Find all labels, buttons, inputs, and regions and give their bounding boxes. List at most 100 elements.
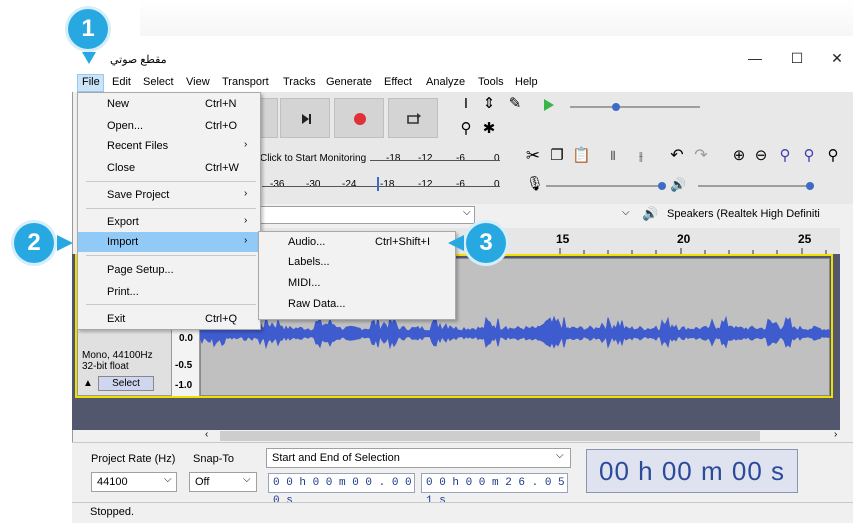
window-title: مقطع صوتي (110, 54, 167, 66)
scroll-right-icon[interactable]: › (834, 429, 837, 440)
ruler-tick: 20 (677, 232, 691, 246)
menu-transport[interactable]: Transport (222, 76, 269, 88)
play-at-speed-icon (544, 99, 554, 111)
menu-effect[interactable]: Effect (384, 76, 412, 88)
silence-icon[interactable]: ⫲ (632, 147, 650, 165)
play-meter-tick: -36 (270, 179, 285, 190)
chevron-down-icon: ⌵ (463, 207, 471, 218)
menu-edit[interactable]: Edit (112, 76, 131, 88)
selection-start-time[interactable]: 0 0 h 0 0 m 0 0 . 0 0 0 s (268, 473, 415, 507)
playback-device-select[interactable]: Speakers (Realtek High Definiti (662, 205, 837, 224)
playback-volume-thumb (806, 182, 814, 190)
status-text: Stopped. (90, 506, 135, 518)
project-rate-label: Project Rate (Hz) (91, 453, 176, 465)
callout-step-2: 2 (14, 223, 54, 263)
audio-position-display[interactable]: 00 h 00 m 00 s (586, 449, 798, 493)
close-button[interactable]: ✕ (822, 46, 852, 70)
menu-tracks[interactable]: Tracks (283, 76, 316, 88)
play-meter-tick: -6 (456, 179, 465, 190)
paste-icon[interactable]: 📋 (572, 147, 591, 165)
play-meter-tick: -24 (342, 179, 357, 190)
selection-end-time[interactable]: 0 0 h 0 0 m 2 6 . 0 5 1 s (421, 473, 568, 507)
rec-meter-tick: -18 (386, 153, 401, 164)
file-menu-export[interactable]: Export › (78, 212, 260, 232)
file-menu-recent-files[interactable]: Recent Files › (78, 136, 260, 156)
menu-help[interactable]: Help (515, 76, 538, 88)
cut-icon[interactable]: ✂ (524, 147, 542, 165)
import-midi-item[interactable]: MIDI... (259, 273, 455, 293)
monitor-text[interactable]: Click to Start Monitoring (260, 153, 366, 164)
minimize-button[interactable]: — (740, 46, 770, 70)
chevron-down-icon: ⌵ (243, 474, 251, 485)
vertical-scrollbar[interactable] (842, 254, 853, 430)
file-menu-exit[interactable]: Exit Ctrl+Q (78, 309, 260, 329)
menu-analyze[interactable]: Analyze (426, 76, 465, 88)
skip-start-button[interactable] (260, 98, 278, 138)
callout-pointer (82, 52, 96, 64)
microphone-icon: 🎙 (526, 175, 544, 192)
play-at-speed-slider[interactable] (540, 95, 720, 117)
menu-generate[interactable]: Generate (326, 76, 372, 88)
background-area (140, 0, 853, 36)
snap-to-label: Snap-To (193, 453, 234, 465)
file-menu-page-setup[interactable]: Page Setup... (78, 260, 260, 280)
undo-icon[interactable]: ↶ (668, 147, 686, 165)
record-button[interactable] (334, 98, 384, 138)
import-raw-data-item[interactable]: Raw Data... (259, 294, 455, 314)
callout-step-1: 1 (68, 9, 108, 49)
mixer-toolbar: 🎙 🔊 (526, 175, 814, 193)
multi-tool-icon[interactable]: ✱ (480, 120, 498, 138)
chevron-right-icon: › (244, 215, 248, 226)
selection-tool-icon[interactable]: I (457, 95, 475, 113)
record-icon (354, 113, 366, 125)
loop-icon (407, 113, 421, 124)
ruler-tick: 15 (556, 232, 570, 246)
empty-track-area[interactable] (72, 398, 840, 430)
callout-pointer (448, 235, 464, 251)
menu-tools[interactable]: Tools (478, 76, 504, 88)
file-menu-new[interactable]: New Ctrl+N (78, 94, 260, 114)
play-meter-tick: -12 (418, 179, 433, 190)
zoom-tool-icon[interactable]: ⚲ (457, 120, 475, 138)
maximize-button[interactable]: ☐ (782, 46, 812, 70)
status-bar (72, 502, 853, 523)
zoom-in-icon[interactable]: ⊕ (730, 147, 748, 165)
menu-select[interactable]: Select (143, 76, 174, 88)
skip-end-icon (302, 114, 311, 124)
play-meter-tick: 0 (494, 179, 500, 190)
file-menu-import[interactable]: Import › (78, 232, 260, 252)
menu-separator (86, 181, 256, 182)
skip-end-button[interactable] (280, 98, 330, 138)
redo-icon[interactable]: ↷ (692, 147, 710, 165)
chevron-right-icon: › (244, 139, 248, 150)
play-meter-line (262, 186, 500, 187)
zoom-toggle-icon[interactable]: ⚲ (824, 147, 842, 165)
import-labels-item[interactable]: Labels... (259, 252, 455, 272)
file-menu-save-project[interactable]: Save Project › (78, 185, 260, 205)
fit-selection-icon[interactable]: ⚲ (776, 147, 794, 165)
file-menu-open[interactable]: Open... Ctrl+O (78, 116, 260, 136)
menu-separator (86, 255, 256, 256)
file-menu-close[interactable]: Close Ctrl+W (78, 158, 260, 178)
menu-view[interactable]: View (186, 76, 210, 88)
play-meter-tick: -30 (306, 179, 321, 190)
title-bar (72, 42, 853, 74)
fit-project-icon[interactable]: ⚲ (800, 147, 818, 165)
meter-marker (377, 177, 379, 191)
envelope-tool-icon[interactable]: ⇕ (480, 95, 498, 113)
import-audio-item[interactable]: Audio... Ctrl+Shift+I (259, 232, 455, 252)
file-menu-print[interactable]: Print... (78, 282, 260, 302)
callout-pointer (57, 235, 73, 251)
host-select[interactable] (260, 206, 475, 224)
scrollbar-thumb[interactable] (220, 431, 760, 441)
rec-meter-tick: -12 (418, 153, 433, 164)
menu-file[interactable]: File (82, 76, 100, 88)
draw-tool-icon[interactable]: ✎ (506, 95, 524, 113)
trim-icon[interactable]: ⫴ (604, 147, 622, 165)
zoom-out-icon[interactable]: ⊖ (752, 147, 770, 165)
selection-mode-select[interactable]: Start and End of Selection (266, 448, 571, 468)
record-volume-thumb (658, 182, 666, 190)
loop-button[interactable] (388, 98, 438, 138)
scroll-left-icon[interactable]: ‹ (205, 429, 208, 440)
copy-icon[interactable]: ❐ (548, 147, 566, 165)
